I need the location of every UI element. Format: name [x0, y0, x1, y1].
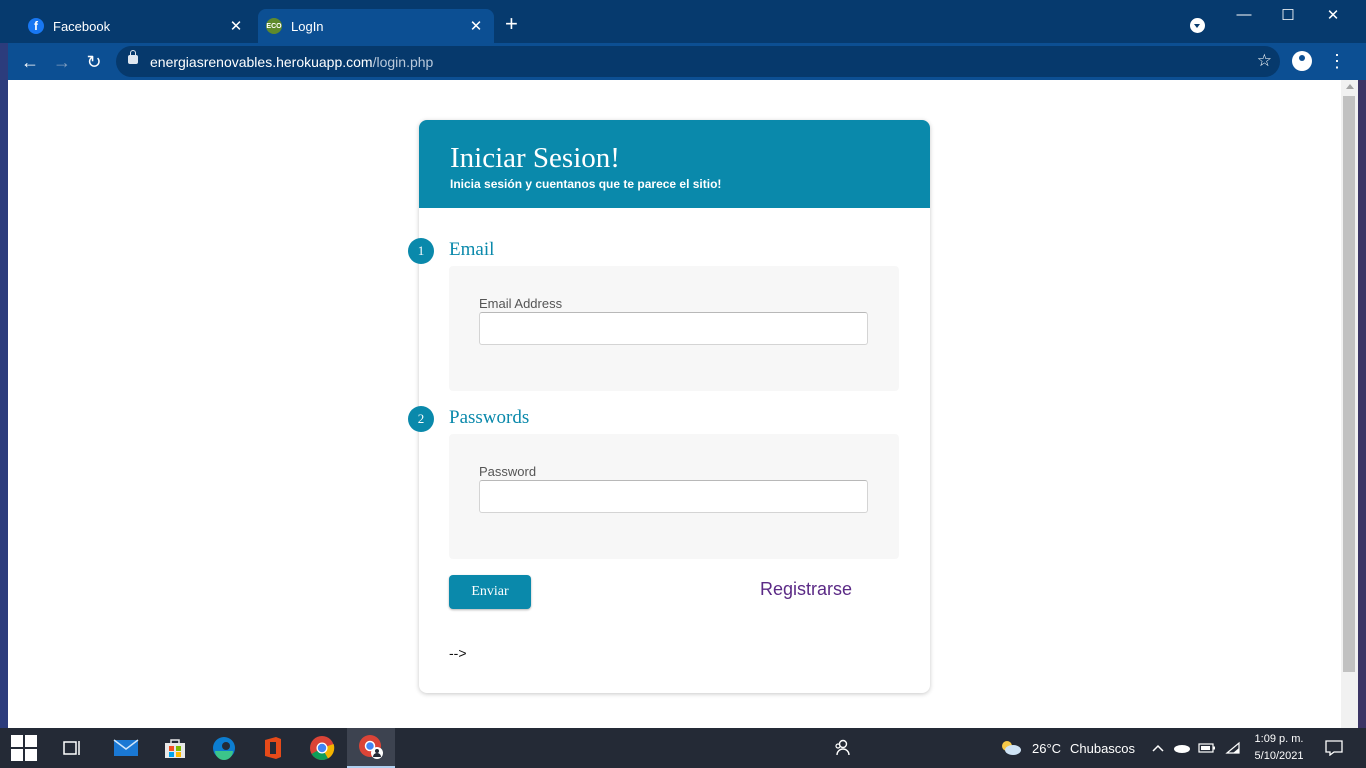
tab-facebook[interactable]: f Facebook ✕	[20, 9, 254, 43]
store-icon[interactable]	[151, 728, 199, 768]
people-icon[interactable]	[818, 728, 866, 768]
weather-temperature[interactable]: 26°C	[1032, 741, 1061, 756]
notifications-icon[interactable]	[1314, 728, 1354, 768]
edge-icon[interactable]	[200, 728, 248, 768]
chrome-icon[interactable]	[298, 728, 346, 768]
weather-condition[interactable]: Chubascos	[1070, 741, 1135, 756]
tab-title: LogIn	[291, 18, 324, 34]
maximize-button[interactable]: ☐	[1273, 6, 1303, 24]
onedrive-icon[interactable]	[1170, 728, 1194, 768]
browser-tab-strip: f Facebook ✕ ECO LogIn ✕ + — ☐ ✕	[0, 0, 1366, 43]
windows-taskbar: 26°C Chubascos 1:09 p. m. 5/10/2021	[0, 728, 1366, 768]
submit-button[interactable]: Enviar	[449, 575, 531, 609]
more-menu-icon[interactable]: ⋮	[1328, 50, 1346, 72]
password-field-label: Password	[479, 464, 537, 479]
url-path: /login.php	[372, 54, 434, 70]
back-arrow-icon[interactable]: ←	[17, 49, 43, 75]
desktop-background-edge	[0, 43, 8, 728]
email-field[interactable]	[479, 312, 868, 345]
lock-icon[interactable]	[128, 50, 138, 64]
browser-toolbar: ← → ↻ energiasrenovables.herokuapp.com/l…	[0, 43, 1366, 80]
step-1-badge: 1	[408, 238, 434, 264]
mail-icon[interactable]	[102, 728, 150, 768]
close-tab-icon[interactable]: ✕	[466, 17, 486, 35]
scroll-up-icon[interactable]	[1346, 84, 1354, 89]
password-field[interactable]	[479, 480, 868, 513]
email-field-label: Email Address	[479, 296, 563, 311]
eco-leaf-icon: ECO	[266, 18, 282, 34]
tab-search-icon[interactable]	[1190, 18, 1205, 33]
new-tab-button[interactable]: +	[505, 12, 518, 36]
profile-avatar-icon[interactable]	[1292, 51, 1312, 71]
tab-login[interactable]: ECO LogIn ✕	[258, 9, 494, 43]
page-subtitle: Inicia sesión y cuentanos que te parece …	[450, 177, 722, 191]
email-section-label: Email	[449, 239, 495, 260]
chrome-profile-icon[interactable]	[347, 728, 395, 768]
register-link[interactable]: Registrarse	[760, 579, 852, 600]
wifi-icon[interactable]	[1220, 728, 1246, 768]
system-clock[interactable]: 1:09 p. m. 5/10/2021	[1250, 731, 1308, 765]
minimize-button[interactable]: —	[1229, 6, 1259, 23]
url-domain: energiasrenovables.herokuapp.com	[150, 54, 373, 70]
step-2-badge: 2	[408, 406, 434, 432]
email-panel: Email Address	[449, 266, 899, 391]
scrollbar-thumb[interactable]	[1343, 96, 1355, 672]
clock-date: 5/10/2021	[1254, 750, 1304, 762]
forward-arrow-icon[interactable]: →	[49, 49, 75, 75]
reload-icon[interactable]: ↻	[81, 49, 107, 75]
office-icon[interactable]	[249, 728, 297, 768]
start-button[interactable]	[0, 728, 48, 768]
url-text[interactable]: energiasrenovables.herokuapp.com/login.p…	[150, 54, 433, 70]
weather-cloud-icon[interactable]	[988, 728, 1034, 768]
vertical-scrollbar[interactable]	[1341, 80, 1358, 728]
address-bar[interactable]: energiasrenovables.herokuapp.com/login.p…	[116, 46, 1280, 77]
page-title: Iniciar Sesion!	[450, 142, 620, 174]
bookmark-star-icon[interactable]: ☆	[1257, 51, 1272, 71]
desktop-background-edge	[1358, 80, 1366, 728]
clock-time: 1:09 p. m.	[1254, 733, 1304, 745]
chevron-up-icon[interactable]	[1146, 728, 1170, 768]
close-window-button[interactable]: ✕	[1318, 6, 1348, 24]
task-view-icon[interactable]	[48, 728, 96, 768]
close-tab-icon[interactable]: ✕	[226, 17, 246, 35]
password-panel: Password	[449, 434, 899, 559]
card-header: Iniciar Sesion! Inicia sesión y cuentano…	[419, 120, 930, 208]
facebook-icon: f	[28, 18, 44, 34]
tab-title: Facebook	[53, 18, 111, 34]
battery-icon[interactable]	[1194, 728, 1220, 768]
password-section-label: Passwords	[449, 407, 530, 428]
stray-comment-text: -->	[449, 645, 467, 661]
windows-logo-icon	[11, 735, 37, 761]
